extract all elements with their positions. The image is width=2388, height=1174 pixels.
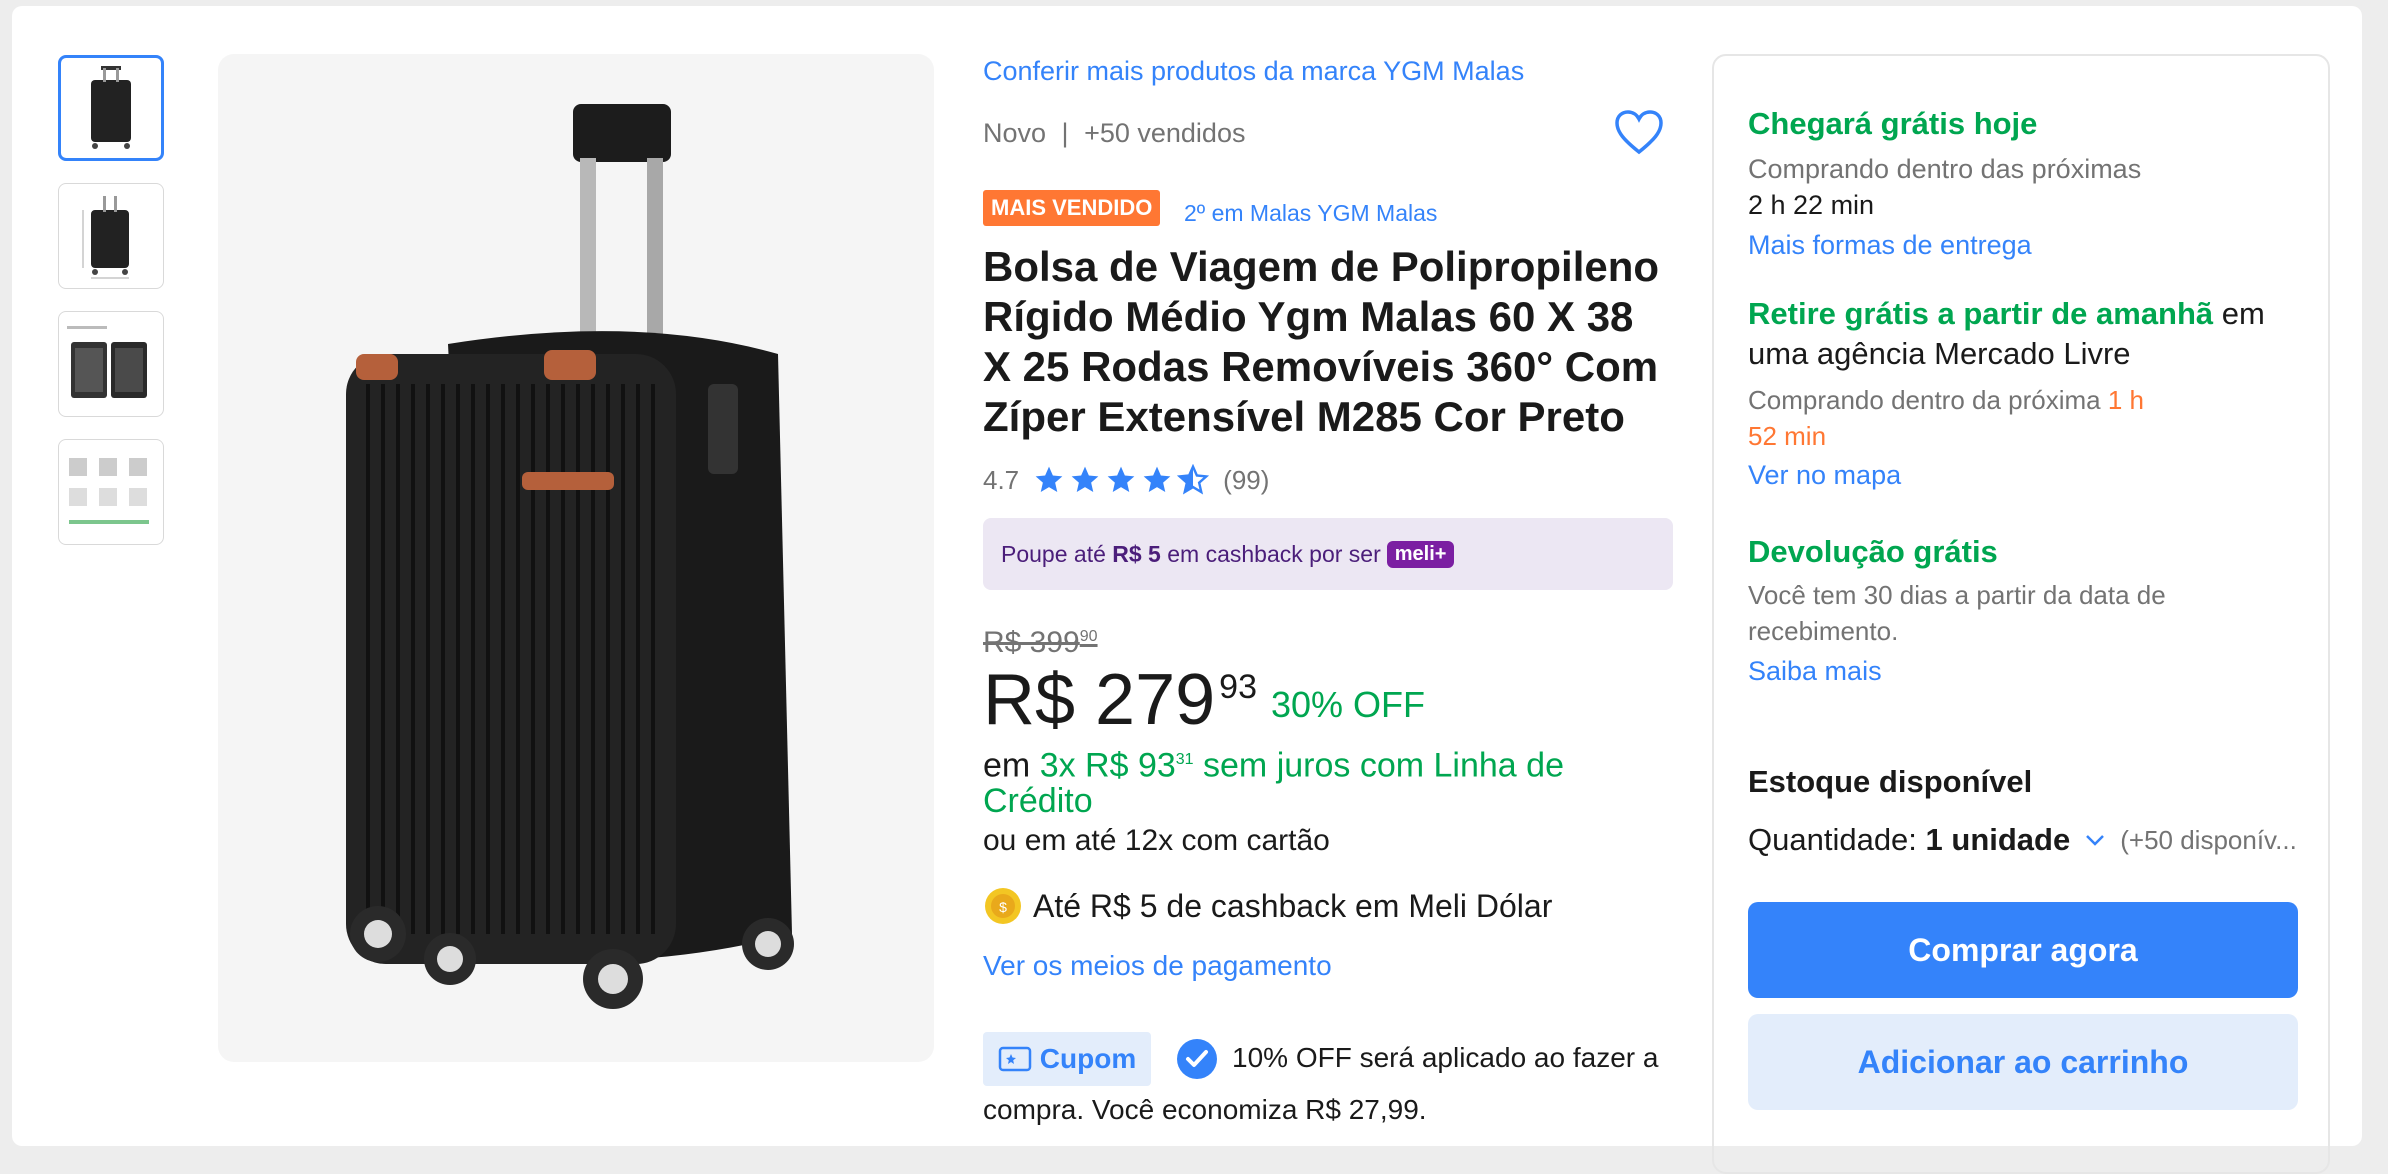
best-seller-badge: MAIS VENDIDO [983, 190, 1161, 226]
star-icon [1143, 466, 1171, 492]
cashback-banner[interactable]: Poupe até R$ 5 em cashback por ser meli+ [983, 518, 1673, 590]
shipping-title: Chegará grátis hoje [1748, 106, 2038, 141]
thumbnail-2[interactable] [58, 183, 164, 289]
payment-methods-link[interactable]: Ver os meios de pagamento [983, 950, 1332, 982]
quantity-value: 1 unidade [1925, 822, 2071, 857]
svg-text:$: $ [999, 899, 1007, 915]
star-icon [1035, 466, 1063, 492]
coupon-line-2: compra. Você economiza R$ 27,99. [983, 1094, 1427, 1125]
thumbnail-3[interactable] [58, 311, 164, 417]
old-price-int: R$ 399 [983, 626, 1080, 659]
pickup-title: Retire grátis a partir de amanhã [1748, 296, 2214, 331]
ranking-link[interactable]: 2º em Malas YGM Malas [1184, 200, 1437, 227]
price-cents: 93 [1219, 668, 1257, 706]
condition-sold: Novo | +50 vendidos [983, 118, 1245, 149]
heart-icon[interactable] [1614, 110, 1664, 161]
pickup-timer-prefix: Comprando dentro da próxima [1748, 385, 2108, 415]
pickup-time-a: 1 h [2107, 385, 2145, 415]
returns-line-1: Você tem 30 dias a partir da data de [1748, 580, 2166, 610]
old-price: R$ 39990 [983, 626, 1098, 660]
purchase-box: Chegará grátis hoje Comprando dentro das… [1712, 54, 2330, 1174]
suitcase-dimensions-image [82, 196, 129, 279]
suitcase-image [346, 104, 794, 1009]
installment-suffix-2: Crédito [983, 782, 1093, 821]
star-icon [1107, 466, 1135, 492]
shipping-time: 2 h 22 min [1748, 190, 1875, 220]
discount: 30% OFF [1271, 684, 1426, 725]
installment-cents: 31 [1175, 751, 1194, 768]
cashback-prefix: Poupe até [1001, 540, 1113, 567]
quantity-label: Quantidade: [1748, 822, 1926, 857]
meli-dolar-row: $ Até R$ 5 de cashback em Meli Dólar [983, 886, 1552, 926]
old-price-cents: 90 [1079, 628, 1098, 645]
star-icon [1071, 466, 1099, 492]
available-count: (+50 disponív... [2120, 824, 2297, 855]
meli-plus-logo: meli+ [1386, 540, 1455, 568]
main-product-image[interactable] [218, 54, 934, 1062]
thumbnail-4[interactable] [58, 439, 164, 545]
title-line-4: Zíper Extensível M285 Cor Preto [983, 393, 1625, 440]
shipping-line-1: Comprando dentro das próximas [1748, 154, 2142, 184]
rating-row[interactable]: 4.7 (99) [983, 464, 1269, 496]
quantity-selector[interactable]: Quantidade: 1 unidade (+50 disponív... [1748, 822, 2297, 858]
condition-text: Novo [983, 118, 1047, 148]
installment-prefix: em [983, 746, 1040, 785]
rating-value: 4.7 [983, 464, 1020, 495]
chevron-down-icon [2086, 835, 2105, 846]
installment-amount: 3x R$ 93 [1039, 746, 1176, 785]
coin-icon: $ [985, 888, 1021, 924]
brand-link[interactable]: Conferir mais produtos da marca YGM Mala… [983, 56, 1524, 87]
check-icon[interactable] [1176, 1038, 1218, 1085]
pickup-title-suffix: em [2213, 296, 2265, 331]
sold-count: +50 vendidos [1084, 118, 1246, 148]
map-link[interactable]: Ver no mapa [1748, 460, 1901, 491]
learn-more-link[interactable]: Saiba mais [1748, 656, 1882, 687]
coupon-button[interactable]: Cupom [983, 1032, 1151, 1086]
title-line-1: Bolsa de Viagem de Polipropileno [983, 243, 1660, 290]
review-count: (99) [1223, 464, 1270, 495]
coupon-label: Cupom [1039, 1043, 1137, 1074]
returns-line-2: recebimento. [1748, 616, 1899, 646]
installment-suffix: sem juros com Linha de [1193, 746, 1564, 785]
returns-title: Devolução grátis [1748, 534, 1998, 569]
meli-dolar-text: Até R$ 5 de cashback em Meli Dólar [1033, 887, 1553, 924]
star-rating [1033, 464, 1210, 496]
cashback-amount: R$ 5 [1112, 540, 1161, 567]
suitcase-open-image [67, 326, 147, 398]
pickup-timer: Comprando dentro da próxima 1 h 52 min [1748, 382, 2188, 454]
current-price: R$ 279 93 30% OFF [983, 660, 1425, 740]
card-installments: ou em até 12x com cartão [983, 824, 1330, 857]
title-line-3: X 25 Rodas Removíveis 360° Com [983, 343, 1659, 390]
suitcase-features-image [69, 458, 149, 524]
product-title: Bolsa de Viagem de Polipropileno Rígido … [983, 242, 1659, 442]
installments: em 3x R$ 9331 sem juros com Linha de Cré… [983, 742, 1663, 819]
buy-now-button[interactable]: Comprar agora [1748, 902, 2298, 998]
cashback-suffix: em cashback por ser [1160, 540, 1381, 567]
product-page: Conferir mais produtos da marca YGM Mala… [12, 6, 2362, 1174]
separator: | [1061, 118, 1069, 148]
suitcase-thumbnail-image [91, 66, 131, 149]
coupon-line-1: 10% OFF será aplicado ao fazer a [1232, 1042, 1659, 1073]
pickup-title-row: Retire grátis a partir de amanhã em [1748, 296, 2265, 332]
coupon-icon [998, 1046, 1032, 1072]
add-to-cart-button[interactable]: Adicionar ao carrinho [1748, 1014, 2298, 1110]
price-int: R$ 279 [983, 660, 1216, 740]
stock-title: Estoque disponível [1748, 764, 2033, 799]
half-star-icon [1177, 464, 1210, 495]
pickup-time-b: 52 min [1748, 421, 1827, 451]
delivery-options-link[interactable]: Mais formas de entrega [1748, 230, 2032, 261]
thumbnail-1[interactable] [58, 55, 164, 161]
title-line-2: Rígido Médio Ygm Malas 60 X 38 [983, 293, 1634, 340]
pickup-line-2: uma agência Mercado Livre [1748, 336, 2131, 371]
